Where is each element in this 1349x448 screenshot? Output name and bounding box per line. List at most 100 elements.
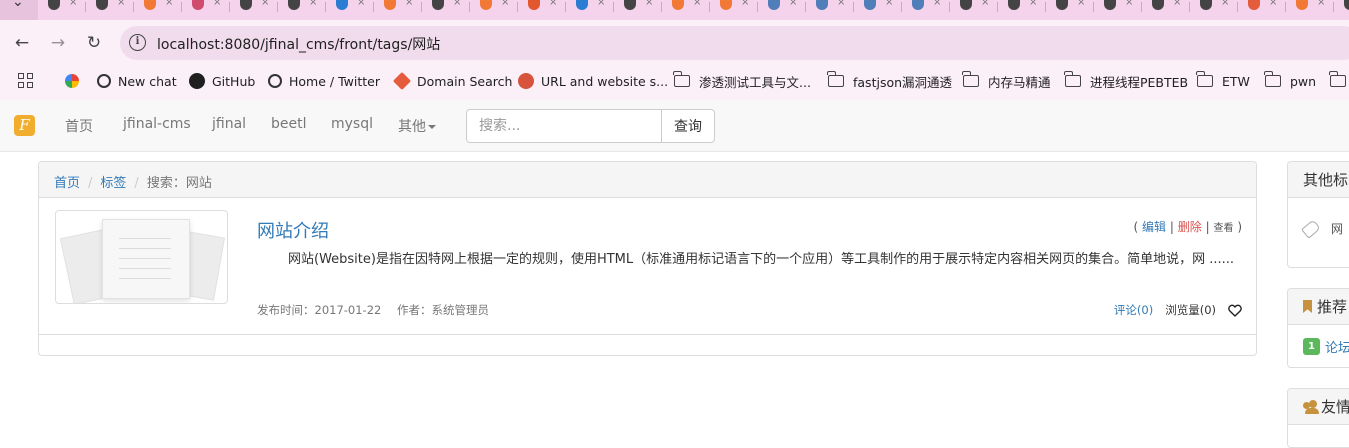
bookmark-item[interactable]: Home / Twitter: [268, 67, 380, 95]
browser-tab[interactable]: ×: [854, 0, 902, 20]
bookmark-item[interactable]: URL and website s...: [518, 67, 668, 95]
bookmark-item[interactable]: 进程线程PEBTEB: [1064, 67, 1188, 95]
tab-close-icon[interactable]: ×: [1269, 0, 1277, 8]
browser-tab[interactable]: ×: [806, 0, 854, 20]
comments-link[interactable]: 评论(0): [1114, 302, 1153, 318]
nav-home[interactable]: 首页: [65, 116, 93, 136]
bookmark-item[interactable]: GitHub: [189, 67, 255, 95]
tab-close-icon[interactable]: ×: [501, 0, 509, 8]
browser-tab[interactable]: ×: [1334, 0, 1349, 20]
browser-tab[interactable]: ×: [182, 0, 230, 20]
browser-tab[interactable]: ×: [950, 0, 998, 20]
browser-tab[interactable]: ×: [710, 0, 758, 20]
address-bar[interactable]: i localhost:8080/jfinal_cms/front/tags/网…: [120, 26, 1349, 60]
article-thumbnail[interactable]: [55, 210, 228, 304]
tab-close-icon[interactable]: ×: [213, 0, 221, 8]
breadcrumb-home[interactable]: 首页: [54, 176, 80, 191]
nav-other-dropdown[interactable]: 其他: [398, 116, 436, 136]
tab-close-icon[interactable]: ×: [1221, 0, 1229, 8]
tab-search-button[interactable]: ⌄: [0, 0, 38, 20]
search-button[interactable]: 查询: [661, 109, 715, 143]
edit-link[interactable]: 编辑: [1142, 220, 1166, 234]
browser-tab[interactable]: ×: [422, 0, 470, 20]
tab-close-icon[interactable]: ×: [981, 0, 989, 8]
tab-close-icon[interactable]: ×: [1173, 0, 1181, 8]
tab-close-icon[interactable]: ×: [741, 0, 749, 8]
forward-arrow-icon[interactable]: →: [47, 32, 69, 54]
search-input[interactable]: [466, 109, 662, 143]
browser-tab[interactable]: ×: [230, 0, 278, 20]
url-text[interactable]: localhost:8080/jfinal_cms/front/tags/网站: [157, 34, 440, 54]
article-stats: 评论(0) 浏览量(0): [1114, 302, 1242, 318]
view-link[interactable]: 查看: [1213, 223, 1233, 234]
tab-close-icon[interactable]: ×: [645, 0, 653, 8]
browser-tab[interactable]: ×: [470, 0, 518, 20]
tab-close-icon[interactable]: ×: [597, 0, 605, 8]
browser-tab[interactable]: ×: [1142, 0, 1190, 20]
bookmark-item[interactable]: [1329, 67, 1349, 95]
browser-tab[interactable]: ×: [902, 0, 950, 20]
tab-close-icon[interactable]: ×: [885, 0, 893, 8]
tab-close-icon[interactable]: ×: [1125, 0, 1133, 8]
tab-favicon-icon: [1152, 0, 1164, 10]
recommend-item[interactable]: 1 论坛: [1288, 325, 1349, 367]
tab-close-icon[interactable]: ×: [309, 0, 317, 8]
bookmark-item[interactable]: fastjson漏洞通透: [827, 67, 952, 95]
tab-close-icon[interactable]: ×: [357, 0, 365, 8]
browser-tab[interactable]: ×: [1238, 0, 1286, 20]
tab-close-icon[interactable]: ×: [549, 0, 557, 8]
bookmark-item[interactable]: pwn: [1264, 67, 1316, 95]
browser-tab[interactable]: ×: [86, 0, 134, 20]
browser-tab[interactable]: ×: [1046, 0, 1094, 20]
browser-tab[interactable]: ×: [566, 0, 614, 20]
browser-tab[interactable]: ×: [662, 0, 710, 20]
browser-tab[interactable]: ×: [758, 0, 806, 20]
tab-close-icon[interactable]: ×: [789, 0, 797, 8]
bookmark-item[interactable]: 内存马精通: [962, 67, 1051, 95]
browser-tab[interactable]: ×: [278, 0, 326, 20]
nav-jfinal-cms[interactable]: jfinal-cms: [123, 116, 191, 132]
tab-close-icon[interactable]: ×: [1029, 0, 1037, 8]
other-tag-item[interactable]: 网: [1288, 198, 1349, 249]
browser-tab[interactable]: ×: [134, 0, 182, 20]
tab-favicon-icon: [528, 0, 540, 10]
browser-tab[interactable]: ×: [326, 0, 374, 20]
apps-grid-icon[interactable]: [18, 73, 34, 89]
browser-tab[interactable]: ×: [614, 0, 662, 20]
browser-tab[interactable]: ×: [1094, 0, 1142, 20]
browser-tab[interactable]: ×: [374, 0, 422, 20]
browser-tab[interactable]: ×: [1286, 0, 1334, 20]
tab-close-icon[interactable]: ×: [693, 0, 701, 8]
tab-close-icon[interactable]: ×: [69, 0, 77, 8]
brand-logo[interactable]: F: [14, 115, 35, 136]
tab-close-icon[interactable]: ×: [117, 0, 125, 8]
recommend-item-link[interactable]: 论坛: [1325, 337, 1349, 356]
browser-tab[interactable]: ×: [518, 0, 566, 20]
browser-tab[interactable]: ×: [1190, 0, 1238, 20]
browser-tab[interactable]: ×: [998, 0, 1046, 20]
nav-beetl[interactable]: beetl: [271, 116, 307, 132]
tab-close-icon[interactable]: ×: [933, 0, 941, 8]
tab-close-icon[interactable]: ×: [453, 0, 461, 8]
nav-mysql[interactable]: mysql: [331, 116, 373, 132]
back-arrow-icon[interactable]: ←: [11, 32, 33, 54]
nav-jfinal[interactable]: jfinal: [212, 116, 246, 132]
bookmark-item[interactable]: [65, 67, 86, 95]
bookmark-item[interactable]: Domain Search: [392, 67, 512, 95]
tab-close-icon[interactable]: ×: [165, 0, 173, 8]
tab-close-icon[interactable]: ×: [837, 0, 845, 8]
bookmark-item[interactable]: ETW: [1196, 67, 1250, 95]
bookmark-item[interactable]: New chat: [97, 67, 177, 95]
bookmark-item[interactable]: 渗透测试工具与文...: [673, 67, 811, 95]
site-info-icon[interactable]: i: [129, 34, 146, 51]
article-title[interactable]: 网站介绍: [257, 217, 329, 243]
reload-icon[interactable]: ↻: [83, 32, 105, 54]
breadcrumb-tags[interactable]: 标签: [100, 176, 126, 191]
tab-close-icon[interactable]: ×: [1317, 0, 1325, 8]
tab-close-icon[interactable]: ×: [1077, 0, 1085, 8]
delete-link[interactable]: 删除: [1178, 220, 1202, 234]
tab-close-icon[interactable]: ×: [405, 0, 413, 8]
tab-close-icon[interactable]: ×: [261, 0, 269, 8]
heart-icon[interactable]: [1228, 304, 1242, 317]
browser-tab[interactable]: ×: [38, 0, 86, 20]
